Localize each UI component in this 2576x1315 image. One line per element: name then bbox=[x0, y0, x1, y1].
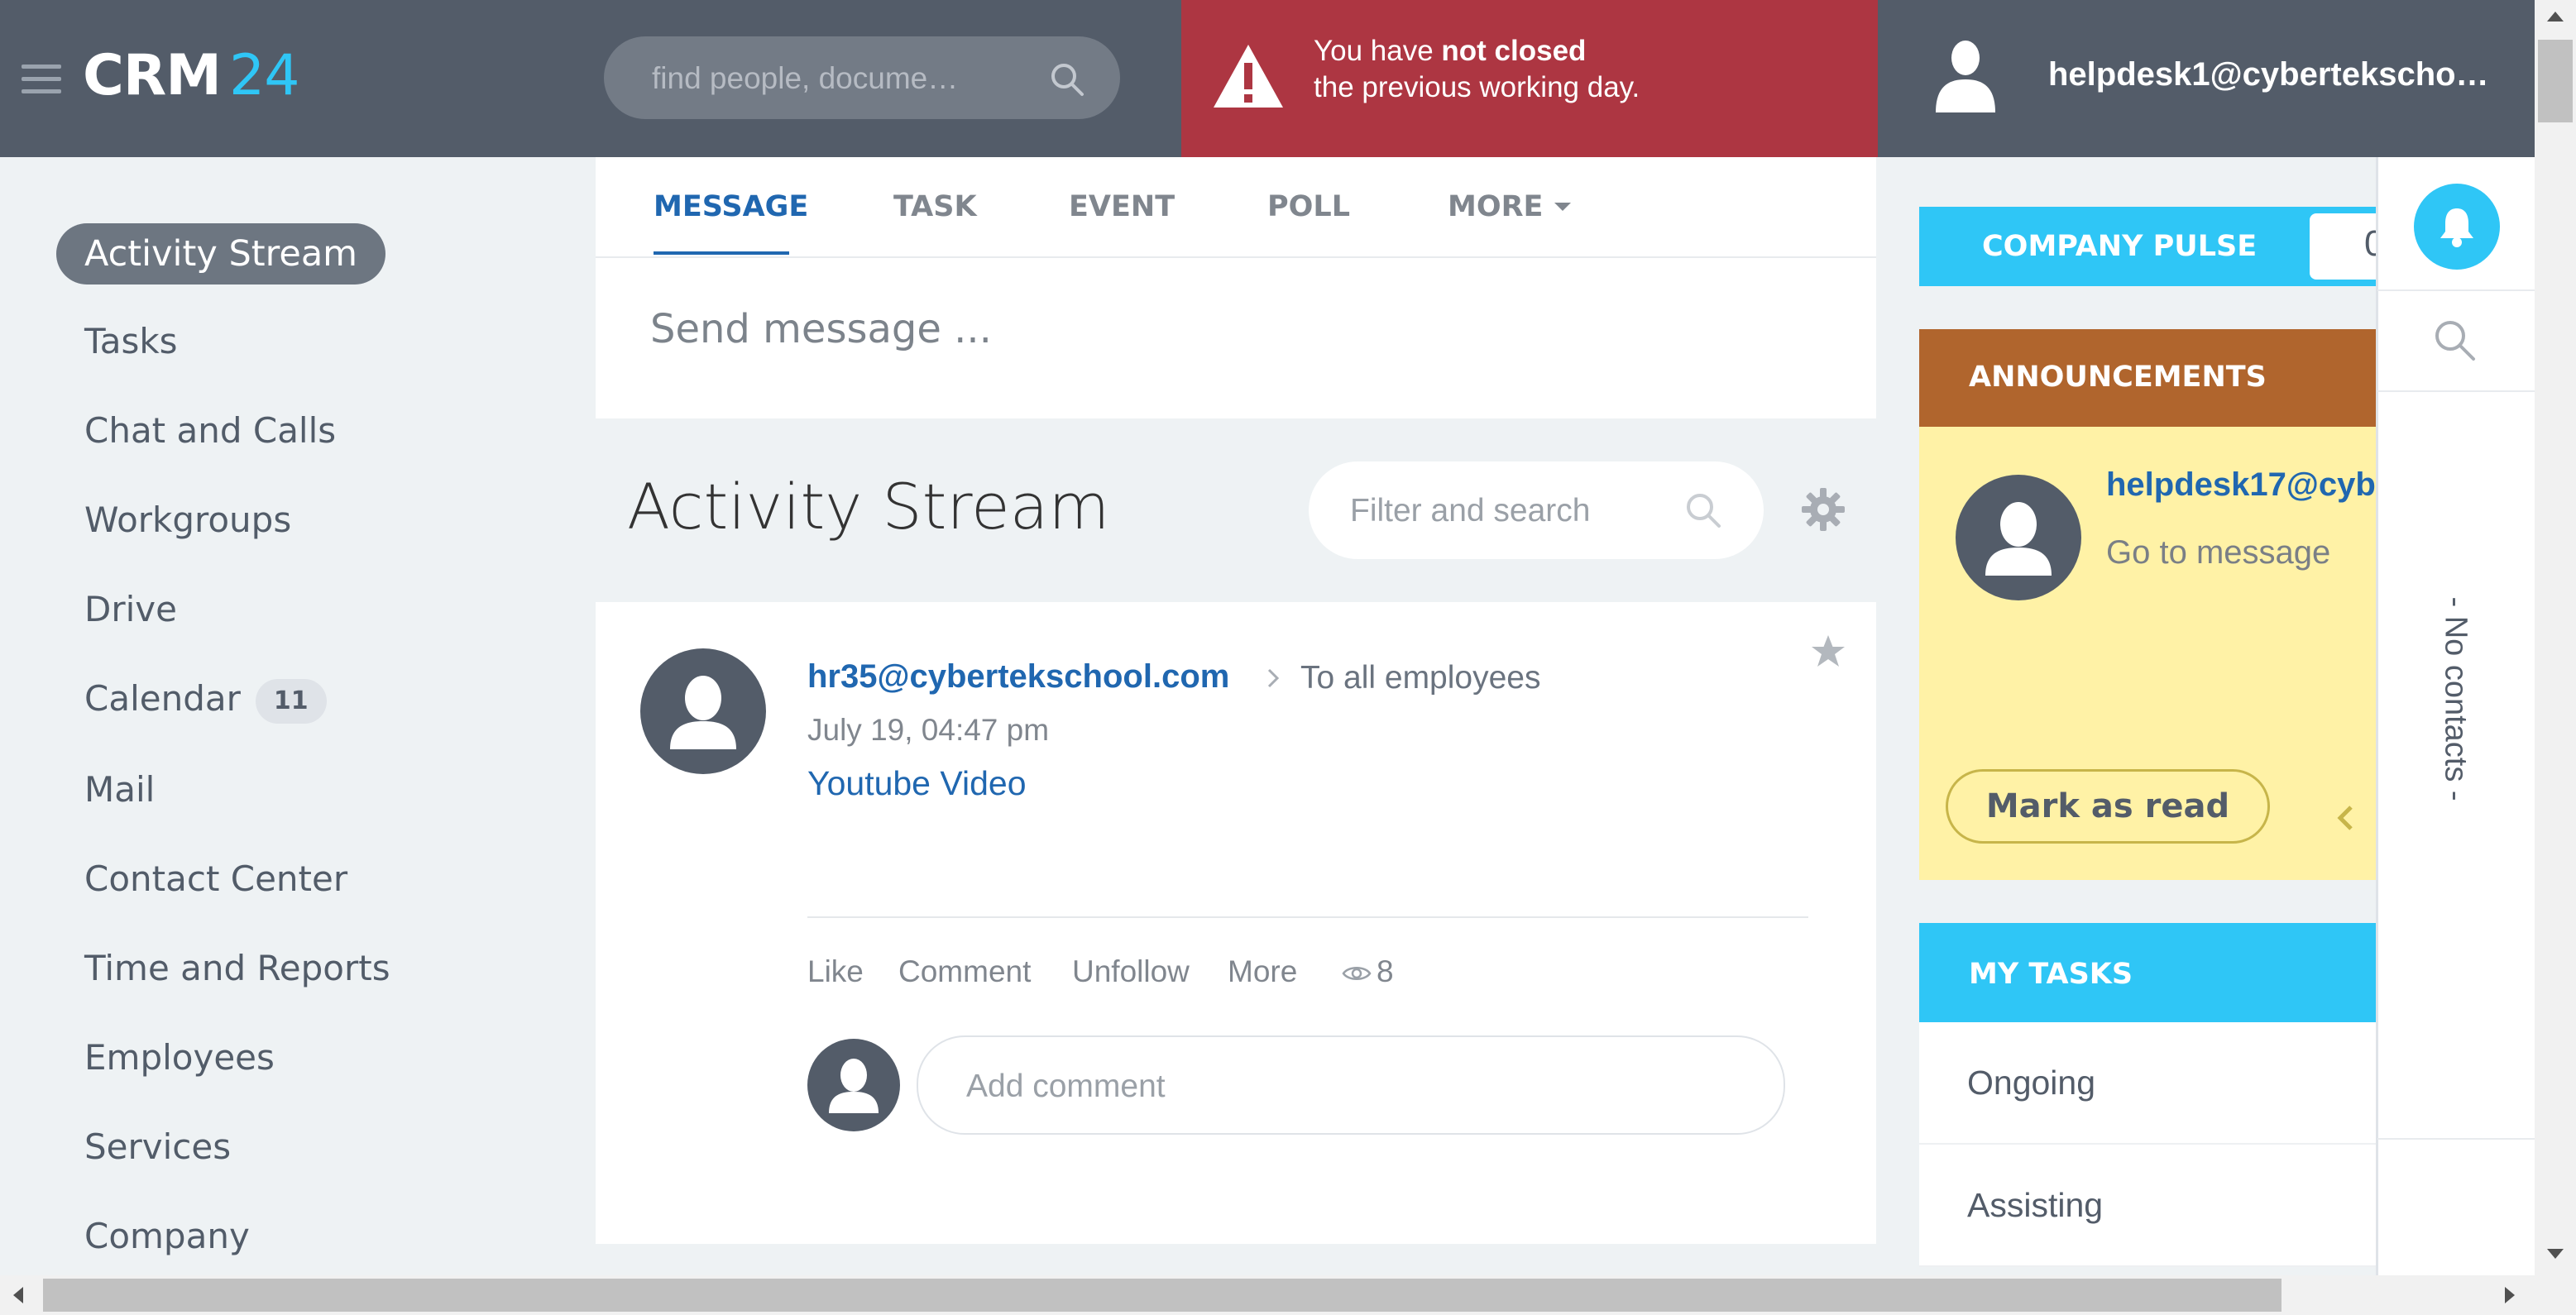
global-search-input[interactable] bbox=[650, 56, 1042, 101]
like-button[interactable]: Like bbox=[807, 954, 864, 989]
scroll-up-arrow[interactable] bbox=[2547, 12, 2564, 22]
sidebar-item-services[interactable]: Services bbox=[84, 1126, 231, 1167]
menu-icon[interactable] bbox=[22, 65, 61, 94]
post-date[interactable]: July 19, 04:47 pm bbox=[807, 713, 1049, 748]
my-tasks-title: MY TASKS bbox=[1969, 958, 2133, 991]
vertical-scrollbar-thumb[interactable] bbox=[2538, 40, 2573, 122]
post-divider bbox=[807, 916, 1808, 918]
task-row-ongoing[interactable]: Ongoing bbox=[1919, 1022, 2376, 1145]
tab-more[interactable]: MORE bbox=[1448, 190, 1572, 223]
scroll-left-arrow[interactable] bbox=[13, 1287, 23, 1303]
announcement-author-link[interactable]: helpdesk17@cyb bbox=[2106, 466, 2376, 504]
sidebar-item-employees[interactable]: Employees bbox=[84, 1037, 275, 1078]
feed-post bbox=[596, 602, 1876, 1244]
send-message-field[interactable]: Send message ... bbox=[650, 306, 992, 352]
sidebar-item-time-and-reports[interactable]: Time and Reports bbox=[84, 948, 390, 988]
user-avatar-icon[interactable] bbox=[1931, 38, 2000, 112]
chat-divider bbox=[2377, 289, 2550, 291]
sidebar-item-company[interactable]: Company bbox=[84, 1216, 250, 1256]
sidebar-item-chat-and-calls[interactable]: Chat and Calls bbox=[84, 410, 336, 451]
company-pulse-label: COMPANY PULSE bbox=[1982, 230, 2258, 263]
app-logo[interactable]: CRM 24 bbox=[83, 43, 299, 108]
tab-more-label: MORE bbox=[1448, 190, 1544, 223]
task-label: Ongoing bbox=[1967, 1064, 2096, 1102]
search-icon[interactable] bbox=[1049, 61, 1085, 98]
sidebar-item-activity-stream[interactable]: Activity Stream bbox=[56, 223, 386, 285]
alert-line-1: You have not closed bbox=[1314, 35, 1587, 67]
task-row-assisting[interactable]: Assisting bbox=[1919, 1145, 2376, 1267]
logo-number: 24 bbox=[228, 43, 300, 108]
chat-divider bbox=[2377, 390, 2550, 392]
horizontal-scrollbar-thumb[interactable] bbox=[43, 1279, 2282, 1312]
post-destination[interactable]: To all employees bbox=[1300, 660, 1540, 696]
tab-poll[interactable]: POLL bbox=[1267, 190, 1350, 223]
calendar-count-badge: 11 bbox=[255, 678, 327, 724]
search-icon[interactable] bbox=[2432, 318, 2478, 364]
sidebar-item-mail[interactable]: Mail bbox=[84, 769, 155, 810]
unfollow-button[interactable]: Unfollow bbox=[1072, 954, 1190, 989]
page-title: Activity Stream bbox=[627, 470, 1110, 543]
filter-search[interactable] bbox=[1309, 461, 1764, 559]
sidebar-item-label: Calendar bbox=[84, 678, 241, 719]
filter-search-input[interactable] bbox=[1348, 490, 1666, 533]
author-avatar[interactable] bbox=[640, 648, 766, 774]
task-label: Assisting bbox=[1967, 1186, 2104, 1224]
warning-icon bbox=[1214, 45, 1283, 108]
chat-divider bbox=[2377, 1138, 2550, 1140]
notifications-button[interactable] bbox=[2414, 184, 2500, 270]
sidebar-item-drive[interactable]: Drive bbox=[84, 589, 177, 629]
chevron-left-icon[interactable] bbox=[2336, 804, 2354, 832]
bell-icon bbox=[2440, 208, 2473, 247]
announcements-title: ANNOUNCEMENTS bbox=[1969, 361, 2267, 394]
alert-line-2: the previous working day. bbox=[1314, 71, 1640, 103]
comment-button[interactable]: Comment bbox=[898, 954, 1031, 989]
sidebar-item-contact-center[interactable]: Contact Center bbox=[84, 858, 347, 899]
tab-message[interactable]: MESSAGE bbox=[654, 190, 808, 223]
sidebar-item-workgroups[interactable]: Workgroups bbox=[84, 500, 291, 540]
chevron-right-icon bbox=[1267, 668, 1280, 688]
composer-divider bbox=[596, 256, 1876, 258]
current-user-name[interactable]: helpdesk1@cybertekscho… bbox=[2048, 56, 2489, 93]
sidebar-item-calendar[interactable]: Calendar 11 bbox=[84, 678, 327, 724]
chevron-down-icon bbox=[1554, 203, 1572, 211]
add-comment-input[interactable] bbox=[965, 1065, 1712, 1108]
scroll-down-arrow[interactable] bbox=[2547, 1249, 2564, 1259]
active-tab-indicator bbox=[654, 251, 789, 255]
workday-alert[interactable]: You have not closed the previous working… bbox=[1181, 0, 1878, 157]
view-count-value: 8 bbox=[1377, 954, 1394, 988]
post-content-link[interactable]: Youtube Video bbox=[807, 764, 1027, 803]
tab-event[interactable]: EVENT bbox=[1069, 190, 1175, 223]
settings-gear-icon[interactable] bbox=[1800, 486, 1846, 533]
more-button[interactable]: More bbox=[1228, 954, 1297, 989]
announcement-author-avatar[interactable] bbox=[1956, 475, 2081, 600]
search-icon[interactable] bbox=[1684, 491, 1722, 529]
no-contacts-label: - No contacts - bbox=[2438, 596, 2473, 801]
sidebar-item-tasks[interactable]: Tasks bbox=[84, 321, 178, 361]
logo-text: CRM bbox=[83, 43, 222, 108]
post-author-link[interactable]: hr35@cybertekschool.com bbox=[807, 658, 1229, 696]
scroll-right-arrow[interactable] bbox=[2505, 1287, 2515, 1303]
star-icon[interactable] bbox=[1810, 634, 1846, 670]
commenter-avatar bbox=[807, 1039, 900, 1131]
global-search[interactable] bbox=[604, 36, 1120, 119]
view-count: 8 bbox=[1342, 954, 1394, 989]
tab-task[interactable]: TASK bbox=[893, 190, 977, 223]
go-to-message-link[interactable]: Go to message bbox=[2106, 534, 2330, 571]
mark-as-read-button[interactable]: Mark as read bbox=[1946, 769, 2270, 844]
post-composer: MESSAGE TASK EVENT POLL MORE bbox=[596, 157, 1876, 418]
add-comment-field[interactable] bbox=[917, 1035, 1785, 1135]
vertical-scrollbar[interactable] bbox=[2535, 0, 2576, 1275]
eye-icon bbox=[1342, 967, 1372, 981]
